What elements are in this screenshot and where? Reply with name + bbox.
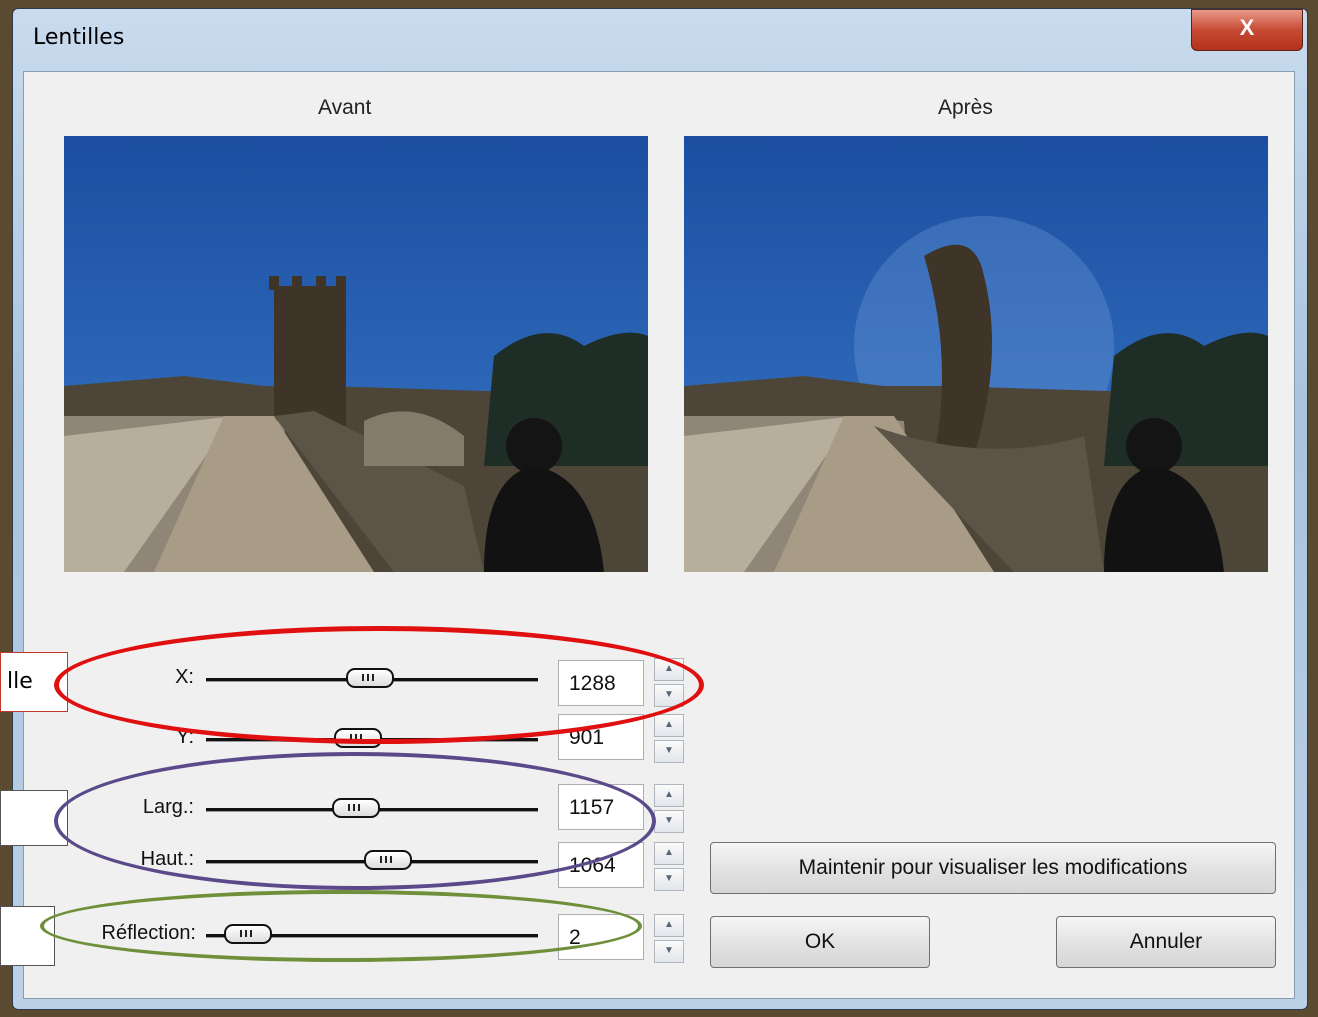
after-caption: Après: [938, 96, 993, 119]
before-image: [64, 136, 648, 572]
close-button[interactable]: X: [1191, 9, 1303, 51]
y-spinner[interactable]: ▲ ▼: [654, 714, 684, 763]
spin-up-icon[interactable]: ▲: [654, 784, 684, 807]
spin-down-icon[interactable]: ▼: [654, 740, 684, 763]
height-spinner[interactable]: ▲ ▼: [654, 842, 684, 891]
after-image: [684, 136, 1268, 572]
spin-down-icon[interactable]: ▼: [654, 940, 684, 963]
window-title: Lentilles: [33, 25, 125, 50]
close-icon: X: [1239, 15, 1255, 40]
position-highlight-oval: [54, 626, 704, 744]
spin-up-icon[interactable]: ▲: [654, 842, 684, 865]
spin-down-icon[interactable]: ▼: [654, 868, 684, 891]
size-highlight-oval: [54, 752, 656, 890]
spin-up-icon[interactable]: ▲: [654, 714, 684, 737]
ok-button[interactable]: OK: [710, 916, 930, 968]
width-spinner[interactable]: ▲ ▼: [654, 784, 684, 833]
title-bar[interactable]: Lentilles X: [13, 9, 1307, 67]
reflection-highlight-oval: [40, 890, 642, 962]
before-caption: Avant: [318, 96, 372, 119]
cancel-button[interactable]: Annuler: [1056, 916, 1276, 968]
hold-to-preview-button[interactable]: Maintenir pour visualiser les modificati…: [710, 842, 1276, 894]
spin-up-icon[interactable]: ▲: [654, 914, 684, 937]
reflection-annotation-tag: [0, 906, 55, 966]
reflection-spinner[interactable]: ▲ ▼: [654, 914, 684, 963]
spin-down-icon[interactable]: ▼: [654, 810, 684, 833]
